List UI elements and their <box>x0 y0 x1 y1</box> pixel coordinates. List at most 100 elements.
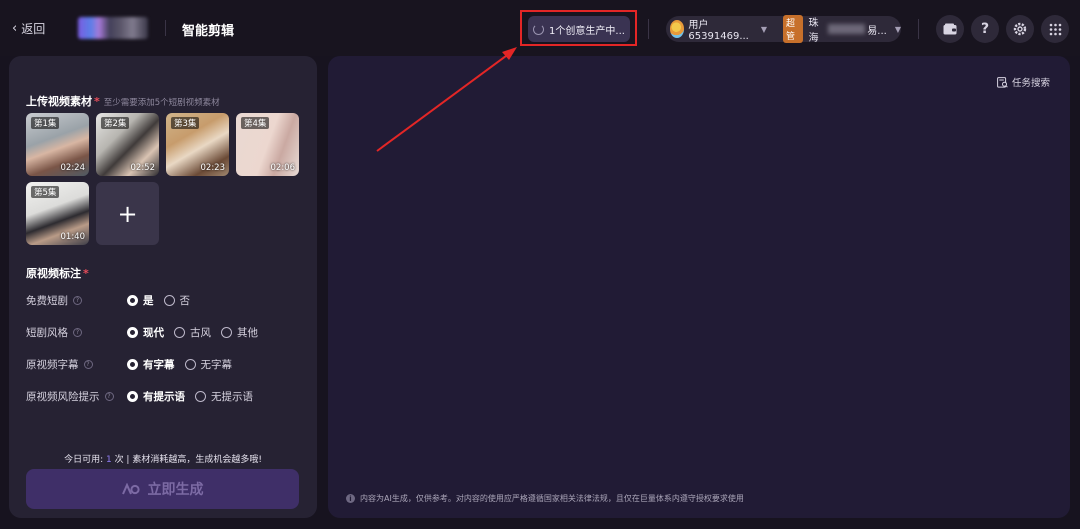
episode-label: 第1集 <box>31 117 60 129</box>
divider <box>165 20 166 36</box>
ai-disclaimer: i 内容为AI生成，仅供参考。对内容的使用应严格遵循国家相关法律法规，且仅在巨量… <box>346 493 744 504</box>
avatar <box>670 20 685 38</box>
org-name-tail: 易... <box>867 25 887 37</box>
question-icon[interactable]: ? <box>83 360 93 369</box>
radio-option-other[interactable]: 其他 <box>221 325 258 340</box>
radio-option-modern[interactable]: 现代 <box>127 325 164 340</box>
caret-down-icon: ▼ <box>760 24 767 34</box>
radio-icon <box>127 327 138 338</box>
radio-option-yes[interactable]: 是 <box>127 293 154 308</box>
episode-label: 第5集 <box>31 186 60 198</box>
radio-option-ancient[interactable]: 古风 <box>174 325 211 340</box>
radio-option-no-prompt[interactable]: 无提示语 <box>195 389 253 404</box>
radio-label: 古风 <box>190 327 211 339</box>
free-drama-radio-group: 是 否 <box>127 293 200 308</box>
required-mark: * <box>94 95 100 108</box>
radio-label: 有提示语 <box>143 391 185 403</box>
episode-label: 第2集 <box>101 117 130 129</box>
help-button[interactable]: ? <box>971 15 999 43</box>
video-thumbnail[interactable]: 第4集 02:06 <box>236 113 299 176</box>
row-label-text: 免费短剧 <box>26 295 68 307</box>
divider <box>648 19 649 39</box>
wallet-icon <box>943 23 957 35</box>
logo <box>78 17 148 39</box>
video-thumbnail[interactable]: 第3集 02:23 <box>166 113 229 176</box>
back-button[interactable]: ‹ 返回 <box>12 20 45 37</box>
settings-button[interactable] <box>1006 15 1034 43</box>
risk-prompt-label: 原视频风险提示? <box>26 389 114 404</box>
quota-prefix: 今日可用: <box>64 455 106 465</box>
radio-option-no[interactable]: 否 <box>163 293 191 308</box>
question-icon[interactable]: ? <box>104 392 114 401</box>
back-label: 返回 <box>21 22 46 36</box>
daily-quota-text: 今日可用: 1 次 | 素材消耗越高，生成机会越多哦! <box>9 452 317 465</box>
user-name: 用户65391469... <box>688 20 749 42</box>
generate-label: 立即生成 <box>147 482 204 498</box>
ai-logo-icon <box>121 483 140 495</box>
subtitle-label: 原视频字幕? <box>26 357 93 372</box>
video-thumbnail[interactable]: 第5集 01:40 <box>26 182 89 245</box>
radio-icon <box>221 327 232 338</box>
org-name: 珠海 <box>808 18 819 44</box>
settings-icon <box>1013 22 1027 36</box>
duration-label: 02:06 <box>270 163 296 173</box>
page-title: 智能剪辑 <box>182 24 235 39</box>
radio-option-no-subtitle[interactable]: 无字幕 <box>184 357 233 372</box>
wallet-button[interactable] <box>936 15 964 43</box>
radio-icon <box>127 359 138 370</box>
radio-icon <box>127 391 138 402</box>
row-label-text: 原视频风险提示 <box>26 391 100 403</box>
annotation-section-title: 原视频标注 * <box>26 265 89 281</box>
apps-menu-button[interactable] <box>1041 15 1069 43</box>
drama-style-label: 短剧风格? <box>26 325 82 340</box>
episode-label: 第3集 <box>171 117 200 129</box>
radio-icon <box>184 359 196 370</box>
help-icon: ? <box>980 21 990 37</box>
result-panel: 任务搜索 i 内容为AI生成，仅供参考。对内容的使用应严格遵循国家相关法律法规，… <box>328 56 1070 518</box>
radio-label: 是 <box>143 295 154 307</box>
upload-hint: 至少需要添加5个短剧视频素材 <box>103 98 220 108</box>
quota-suffix: 次 | 素材消耗越高，生成机会越多哦! <box>111 455 262 465</box>
generate-button[interactable]: 立即生成 <box>26 469 299 509</box>
row-label-text: 短剧风格 <box>26 327 68 339</box>
user-account-selector[interactable]: 用户65391469... ▼ 超管 珠海 易... ▼ <box>666 15 901 44</box>
row-label-text: 原视频字幕 <box>26 359 79 371</box>
radio-option-has-prompt[interactable]: 有提示语 <box>127 389 185 404</box>
question-icon[interactable]: ? <box>73 328 82 337</box>
task-search-button[interactable]: 任务搜索 <box>997 75 1050 89</box>
radio-label: 有字幕 <box>143 359 175 371</box>
plus-icon: + <box>117 199 138 228</box>
duration-label: 02:52 <box>130 163 156 173</box>
config-panel: 上传视频素材 * 至少需要添加5个短剧视频素材 第1集 02:24 第2集 02:5… <box>9 56 317 518</box>
radio-label: 无提示语 <box>211 391 253 403</box>
risk-prompt-radio-group: 有提示语 无提示语 <box>127 389 263 404</box>
subtitle-radio-group: 有字幕 无字幕 <box>127 357 242 372</box>
video-thumbnail[interactable]: 第1集 02:24 <box>26 113 89 176</box>
duration-label: 02:23 <box>200 163 226 173</box>
task-search-label: 任务搜索 <box>1011 78 1050 89</box>
org-name-blurred <box>828 24 866 34</box>
radio-label: 无字幕 <box>200 359 233 371</box>
duration-label: 01:40 <box>60 232 86 242</box>
radio-label: 否 <box>179 295 191 307</box>
question-icon[interactable]: ? <box>73 296 82 305</box>
radio-label: 现代 <box>143 327 164 339</box>
apps-grid-icon <box>1049 23 1061 35</box>
highlight-annotation-box <box>520 10 637 46</box>
role-badge: 超管 <box>783 15 804 43</box>
top-bar: ‹ 返回 智能剪辑 1个创意生产中... 用户65391469... ▼ 超管 … <box>0 0 1080 56</box>
add-video-button[interactable]: + <box>96 182 159 245</box>
radio-icon <box>163 295 175 306</box>
drama-style-radio-group: 现代 古风 其他 <box>127 325 268 340</box>
divider <box>918 19 919 39</box>
radio-option-has-subtitle[interactable]: 有字幕 <box>127 357 175 372</box>
free-drama-label: 免费短剧? <box>26 293 82 308</box>
chevron-left-icon: ‹ <box>12 21 18 36</box>
upload-section-title: 上传视频素材 * 至少需要添加5个短剧视频素材 <box>26 93 220 109</box>
radio-icon <box>127 295 138 306</box>
upload-title: 上传视频素材 <box>26 95 92 108</box>
radio-icon <box>195 391 206 402</box>
info-icon: i <box>346 494 355 503</box>
video-thumbnail[interactable]: 第2集 02:52 <box>96 113 159 176</box>
duration-label: 02:24 <box>60 163 86 173</box>
